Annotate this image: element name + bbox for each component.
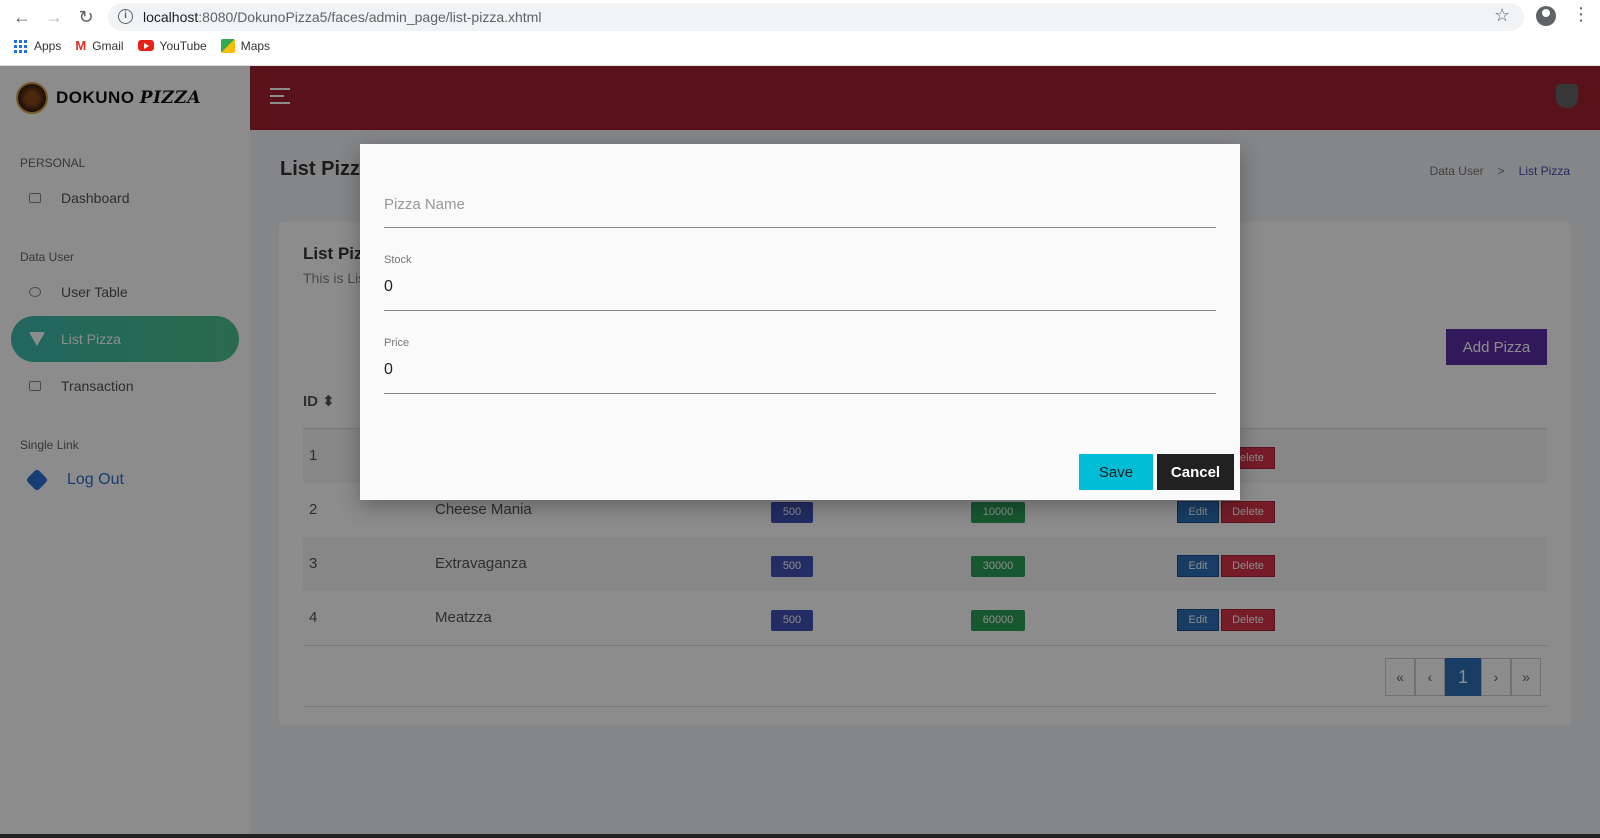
bookmark-label: Maps	[240, 38, 271, 53]
bookmark-label: Gmail	[92, 38, 124, 53]
bookmarks-bar: Apps M Gmail YouTube Maps	[14, 38, 270, 53]
account-icon[interactable]	[1536, 6, 1556, 26]
gmail-icon: M	[75, 38, 87, 53]
url-text: localhost:8080/DokunoPizza5/faces/admin_…	[143, 9, 541, 25]
save-button[interactable]: Save	[1079, 454, 1153, 490]
bookmark-maps[interactable]: Maps	[220, 38, 271, 53]
youtube-icon	[137, 40, 154, 51]
price-field[interactable]: Price 0	[384, 332, 1216, 394]
bookmark-label: Apps	[34, 38, 62, 53]
cancel-button[interactable]: Cancel	[1157, 454, 1234, 490]
bookmark-label: YouTube	[159, 38, 207, 53]
forward-icon[interactable]: →	[42, 5, 66, 29]
taskbar-edge	[0, 834, 1600, 838]
site-info-icon[interactable]: i	[118, 9, 133, 24]
bookmark-star-icon[interactable]: ☆	[1494, 5, 1510, 26]
stock-label: Stock	[384, 254, 412, 266]
apps-icon	[14, 39, 28, 53]
stock-field[interactable]: Stock 0	[384, 248, 1216, 311]
back-icon[interactable]: ←	[10, 5, 34, 29]
add-pizza-dialog: Pizza Name Stock 0 Price 0 Save Cancel	[360, 144, 1240, 500]
reload-icon[interactable]: ↻	[74, 5, 98, 29]
stock-input[interactable]: 0	[384, 278, 1216, 296]
maps-icon	[220, 38, 235, 53]
price-label: Price	[384, 337, 410, 349]
url-host: localhost	[143, 9, 199, 25]
price-input[interactable]: 0	[384, 361, 1216, 379]
address-bar[interactable]: i localhost:8080/DokunoPizza5/faces/admi…	[108, 3, 1524, 31]
bookmark-youtube[interactable]: YouTube	[137, 38, 207, 53]
pizza-name-placeholder: Pizza Name	[384, 196, 465, 213]
browser-toolbar: ← → ↻ i localhost:8080/DokunoPizza5/face…	[0, 0, 1600, 66]
browser-menu-icon[interactable]: ⋮	[1572, 4, 1590, 25]
url-path: :8080/DokunoPizza5/faces/admin_page/list…	[198, 9, 542, 25]
bookmark-apps[interactable]: Apps	[14, 38, 61, 53]
pizza-name-field[interactable]: Pizza Name	[384, 182, 1216, 228]
bookmark-gmail[interactable]: M Gmail	[75, 38, 123, 53]
